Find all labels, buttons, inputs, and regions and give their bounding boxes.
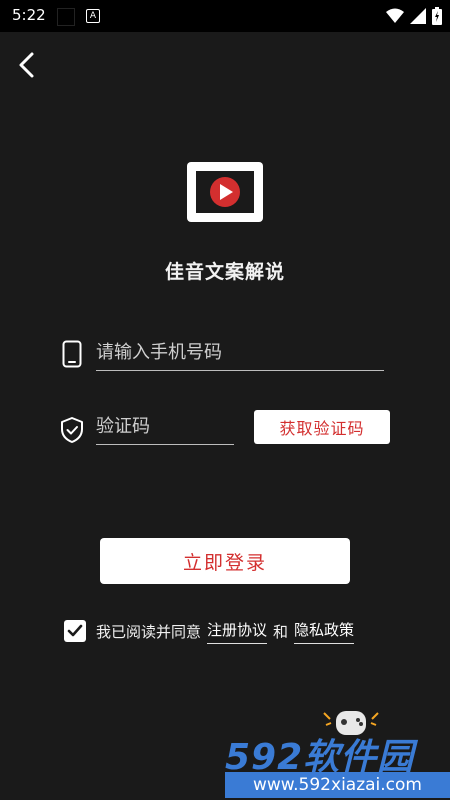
verification-code-input[interactable] — [96, 408, 234, 445]
phone-input[interactable] — [96, 334, 384, 371]
battery-icon — [432, 7, 442, 25]
login-button[interactable]: 立即登录 — [100, 538, 350, 584]
status-time: 5:22 — [12, 6, 46, 24]
watermark-url: www.592xiazai.com — [225, 772, 450, 798]
watermark-brand: 592软件园 — [225, 737, 415, 778]
notification-a-icon: A — [86, 9, 100, 23]
agreement-text: 我已阅读并同意 — [96, 622, 202, 641]
app-title: 佳音文案解说 — [164, 261, 285, 283]
system-icons — [386, 6, 442, 26]
agreement-checkbox[interactable] — [64, 620, 86, 642]
privacy-link[interactable]: 隐私政策 — [294, 619, 355, 644]
get-code-button[interactable]: 获取验证码 — [254, 410, 390, 444]
terms-link[interactable]: 注册协议 — [207, 619, 268, 644]
shield-check-icon — [61, 417, 83, 443]
checkmark-icon — [67, 624, 83, 637]
notification-icon — [57, 8, 75, 26]
phone-icon — [62, 340, 82, 368]
play-logo-icon — [187, 162, 263, 222]
and-text: 和 — [273, 622, 289, 641]
agreement-row: 我已阅读并同意 注册协议 和 隐私政策 — [64, 618, 360, 644]
signal-icon — [410, 8, 426, 24]
wifi-icon — [386, 8, 404, 23]
back-arrow-icon[interactable] — [14, 50, 42, 80]
